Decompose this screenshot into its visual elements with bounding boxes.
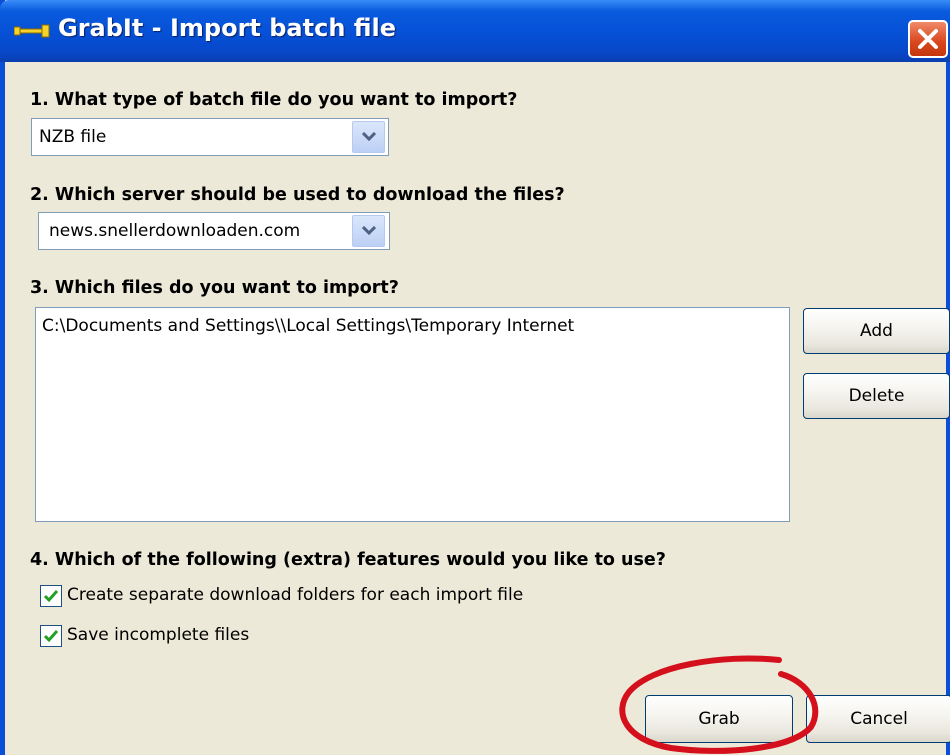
files-list[interactable]: C:\Documents and Settings\\Local Setting… [35,307,790,522]
files-label: 3. Which files do you want to import? [30,278,399,298]
separate-folders-label[interactable]: Create separate download folders for eac… [67,585,523,605]
chevron-down-icon [362,226,376,236]
checkmark-icon [43,630,59,643]
import-batch-dialog: GrabIt - Import batch file 1. What type … [0,0,950,755]
cancel-button[interactable]: Cancel [806,695,950,743]
close-icon [918,29,938,49]
server-dropdown-button[interactable] [352,215,385,247]
close-button[interactable] [908,20,948,58]
chevron-down-icon [362,132,376,142]
list-item[interactable]: C:\Documents and Settings\\Local Setting… [42,316,574,336]
add-button[interactable]: Add [803,308,950,354]
delete-button[interactable]: Delete [803,373,950,419]
save-incomplete-label[interactable]: Save incomplete files [67,625,249,645]
separate-folders-checkbox[interactable] [40,585,62,607]
grabit-tool-icon [14,24,50,38]
server-select[interactable]: news.snellerdownloaden.com [38,212,390,250]
server-value: news.snellerdownloaden.com [49,221,301,241]
checkmark-icon [43,590,59,603]
features-label: 4. Which of the following (extra) featur… [30,550,666,570]
window-title: GrabIt - Import batch file [58,14,397,42]
title-bar[interactable]: GrabIt - Import batch file [0,0,950,62]
batch-type-value: NZB file [39,127,107,147]
batch-type-select[interactable]: NZB file [31,118,389,156]
grab-button[interactable]: Grab [645,695,793,743]
server-label: 2. Which server should be used to downlo… [30,185,565,205]
batch-type-label: 1. What type of batch file do you want t… [30,90,518,110]
save-incomplete-checkbox[interactable] [40,625,62,647]
batch-type-dropdown-button[interactable] [352,121,385,153]
